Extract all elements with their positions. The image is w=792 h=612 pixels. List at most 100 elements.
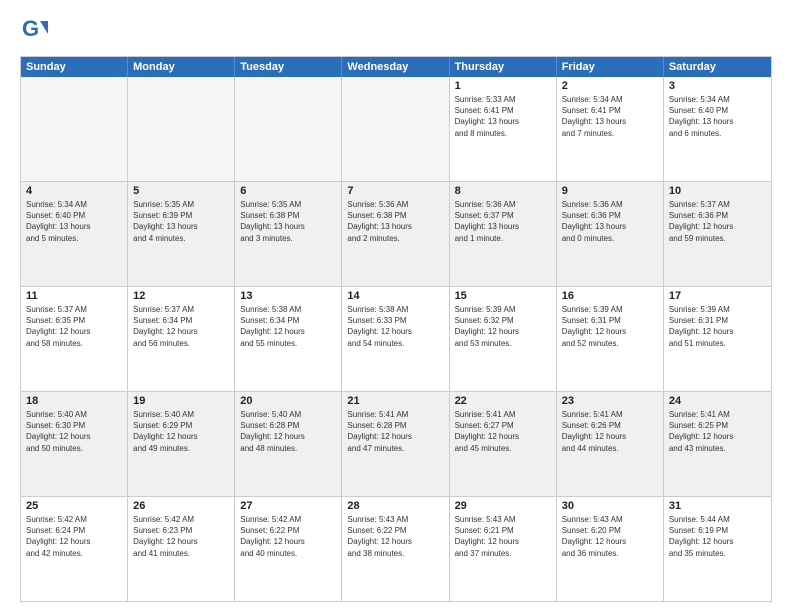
day-number: 1 <box>455 80 551 92</box>
header-day-monday: Monday <box>128 57 235 77</box>
day-number: 24 <box>669 395 766 407</box>
calendar-row-0: 1 Sunrise: 5:33 AM Sunset: 6:41 PM Daylig… <box>21 77 771 182</box>
day-number: 16 <box>562 290 658 302</box>
calendar-cell-16: 16 Sunrise: 5:39 AM Sunset: 6:31 PM Dayli… <box>557 287 664 391</box>
calendar-cell-9: 9 Sunrise: 5:36 AM Sunset: 6:36 PM Daylig… <box>557 182 664 286</box>
header-day-wednesday: Wednesday <box>342 57 449 77</box>
cell-text: Sunrise: 5:40 AM Sunset: 6:30 PM Dayligh… <box>26 409 122 454</box>
calendar-cell-1: 1 Sunrise: 5:33 AM Sunset: 6:41 PM Daylig… <box>450 77 557 181</box>
calendar-cell-7: 7 Sunrise: 5:36 AM Sunset: 6:38 PM Daylig… <box>342 182 449 286</box>
calendar-cell-2: 2Sunrise: 5:34 AM Sunset: 6:41 PM Daylig… <box>557 77 664 181</box>
day-number: 21 <box>347 395 443 407</box>
logo: G <box>20 16 54 46</box>
calendar-cell-8: 8Sunrise: 5:36 AM Sunset: 6:37 PM Daylig… <box>450 182 557 286</box>
day-number: 2 <box>562 80 658 92</box>
cell-text: Sunrise: 5:35 AM Sunset: 6:38 PM Dayligh… <box>240 199 336 244</box>
cell-text: Sunrise: 5:39 AM Sunset: 6:31 PM Dayligh… <box>669 304 766 349</box>
calendar-cell-21: 21 Sunrise: 5:41 AM Sunset: 6:28 PM Dayli… <box>342 392 449 496</box>
day-number: 30 <box>562 500 658 512</box>
cell-text: Sunrise: 5:41 AM Sunset: 6:28 PM Dayligh… <box>347 409 443 454</box>
day-number: 31 <box>669 500 766 512</box>
cell-text: Sunrise: 5:43 AM Sunset: 6:22 PM Dayligh… <box>347 514 443 559</box>
cell-text: Sunrise: 5:41 AM Sunset: 6:27 PM Dayligh… <box>455 409 551 454</box>
calendar-cell-31: 31 Sunrise: 5:44 AM Sunset: 6:19 PM Dayli… <box>664 497 771 601</box>
cell-text: Sunrise: 5:35 AM Sunset: 6:39 PM Dayligh… <box>133 199 229 244</box>
calendar-cell-22: 22 Sunrise: 5:41 AM Sunset: 6:27 PM Dayli… <box>450 392 557 496</box>
calendar-body: 1 Sunrise: 5:33 AM Sunset: 6:41 PM Daylig… <box>21 77 771 601</box>
cell-text: Sunrise: 5:34 AM Sunset: 6:40 PM Dayligh… <box>669 94 766 139</box>
calendar-cell-18: 18Sunrise: 5:40 AM Sunset: 6:30 PM Dayli… <box>21 392 128 496</box>
cell-text: Sunrise: 5:39 AM Sunset: 6:31 PM Dayligh… <box>562 304 658 349</box>
calendar-cell-6: 6Sunrise: 5:35 AM Sunset: 6:38 PM Daylig… <box>235 182 342 286</box>
calendar-cell-19: 19 Sunrise: 5:40 AM Sunset: 6:29 PM Dayli… <box>128 392 235 496</box>
cell-text: Sunrise: 5:43 AM Sunset: 6:21 PM Dayligh… <box>455 514 551 559</box>
day-number: 28 <box>347 500 443 512</box>
day-number: 12 <box>133 290 229 302</box>
cell-text: Sunrise: 5:38 AM Sunset: 6:33 PM Dayligh… <box>347 304 443 349</box>
day-number: 20 <box>240 395 336 407</box>
cell-text: Sunrise: 5:33 AM Sunset: 6:41 PM Dayligh… <box>455 94 551 139</box>
cell-text: Sunrise: 5:37 AM Sunset: 6:36 PM Dayligh… <box>669 199 766 244</box>
day-number: 22 <box>455 395 551 407</box>
logo-icon: G <box>20 16 50 46</box>
day-number: 9 <box>562 185 658 197</box>
calendar-cell-20: 20 Sunrise: 5:40 AM Sunset: 6:28 PM Dayli… <box>235 392 342 496</box>
calendar-cell-14: 14 Sunrise: 5:38 AM Sunset: 6:33 PM Dayli… <box>342 287 449 391</box>
header-day-tuesday: Tuesday <box>235 57 342 77</box>
day-number: 4 <box>26 185 122 197</box>
cell-text: Sunrise: 5:36 AM Sunset: 6:36 PM Dayligh… <box>562 199 658 244</box>
cell-text: Sunrise: 5:37 AM Sunset: 6:34 PM Dayligh… <box>133 304 229 349</box>
header: G <box>20 16 772 46</box>
cell-text: Sunrise: 5:44 AM Sunset: 6:19 PM Dayligh… <box>669 514 766 559</box>
calendar-row-3: 18Sunrise: 5:40 AM Sunset: 6:30 PM Dayli… <box>21 392 771 497</box>
calendar-cell-26: 26Sunrise: 5:42 AM Sunset: 6:23 PM Dayli… <box>128 497 235 601</box>
header-day-sunday: Sunday <box>21 57 128 77</box>
day-number: 15 <box>455 290 551 302</box>
calendar-cell-5: 5 Sunrise: 5:35 AM Sunset: 6:39 PM Daylig… <box>128 182 235 286</box>
calendar-cell-empty-2 <box>235 77 342 181</box>
day-number: 27 <box>240 500 336 512</box>
calendar-cell-4: 4 Sunrise: 5:34 AM Sunset: 6:40 PM Daylig… <box>21 182 128 286</box>
cell-text: Sunrise: 5:36 AM Sunset: 6:37 PM Dayligh… <box>455 199 551 244</box>
cell-text: Sunrise: 5:40 AM Sunset: 6:29 PM Dayligh… <box>133 409 229 454</box>
calendar-cell-29: 29 Sunrise: 5:43 AM Sunset: 6:21 PM Dayli… <box>450 497 557 601</box>
day-number: 17 <box>669 290 766 302</box>
cell-text: Sunrise: 5:36 AM Sunset: 6:38 PM Dayligh… <box>347 199 443 244</box>
day-number: 5 <box>133 185 229 197</box>
cell-text: Sunrise: 5:42 AM Sunset: 6:22 PM Dayligh… <box>240 514 336 559</box>
day-number: 3 <box>669 80 766 92</box>
day-number: 29 <box>455 500 551 512</box>
calendar-cell-23: 23Sunrise: 5:41 AM Sunset: 6:26 PM Dayli… <box>557 392 664 496</box>
calendar-cell-11: 11Sunrise: 5:37 AM Sunset: 6:35 PM Dayli… <box>21 287 128 391</box>
calendar-cell-empty-0 <box>21 77 128 181</box>
cell-text: Sunrise: 5:41 AM Sunset: 6:26 PM Dayligh… <box>562 409 658 454</box>
calendar-cell-empty-1 <box>128 77 235 181</box>
calendar-page: G SundayMondayTuesdayWednesdayThursdayFr… <box>0 0 792 612</box>
cell-text: Sunrise: 5:38 AM Sunset: 6:34 PM Dayligh… <box>240 304 336 349</box>
calendar-cell-17: 17 Sunrise: 5:39 AM Sunset: 6:31 PM Dayli… <box>664 287 771 391</box>
calendar: SundayMondayTuesdayWednesdayThursdayFrid… <box>20 56 772 602</box>
cell-text: Sunrise: 5:43 AM Sunset: 6:20 PM Dayligh… <box>562 514 658 559</box>
calendar-row-4: 25Sunrise: 5:42 AM Sunset: 6:24 PM Dayli… <box>21 497 771 601</box>
cell-text: Sunrise: 5:34 AM Sunset: 6:40 PM Dayligh… <box>26 199 122 244</box>
calendar-cell-13: 13 Sunrise: 5:38 AM Sunset: 6:34 PM Dayli… <box>235 287 342 391</box>
calendar-cell-15: 15 Sunrise: 5:39 AM Sunset: 6:32 PM Dayli… <box>450 287 557 391</box>
cell-text: Sunrise: 5:39 AM Sunset: 6:32 PM Dayligh… <box>455 304 551 349</box>
calendar-cell-24: 24Sunrise: 5:41 AM Sunset: 6:25 PM Dayli… <box>664 392 771 496</box>
day-number: 19 <box>133 395 229 407</box>
day-number: 10 <box>669 185 766 197</box>
header-day-saturday: Saturday <box>664 57 771 77</box>
day-number: 26 <box>133 500 229 512</box>
calendar-header: SundayMondayTuesdayWednesdayThursdayFrid… <box>21 57 771 77</box>
cell-text: Sunrise: 5:40 AM Sunset: 6:28 PM Dayligh… <box>240 409 336 454</box>
calendar-cell-27: 27 Sunrise: 5:42 AM Sunset: 6:22 PM Dayli… <box>235 497 342 601</box>
svg-text:G: G <box>22 16 39 41</box>
calendar-cell-30: 30 Sunrise: 5:43 AM Sunset: 6:20 PM Dayli… <box>557 497 664 601</box>
day-number: 7 <box>347 185 443 197</box>
day-number: 13 <box>240 290 336 302</box>
cell-text: Sunrise: 5:37 AM Sunset: 6:35 PM Dayligh… <box>26 304 122 349</box>
day-number: 14 <box>347 290 443 302</box>
calendar-cell-12: 12 Sunrise: 5:37 AM Sunset: 6:34 PM Dayli… <box>128 287 235 391</box>
calendar-cell-3: 3 Sunrise: 5:34 AM Sunset: 6:40 PM Daylig… <box>664 77 771 181</box>
calendar-row-1: 4 Sunrise: 5:34 AM Sunset: 6:40 PM Daylig… <box>21 182 771 287</box>
